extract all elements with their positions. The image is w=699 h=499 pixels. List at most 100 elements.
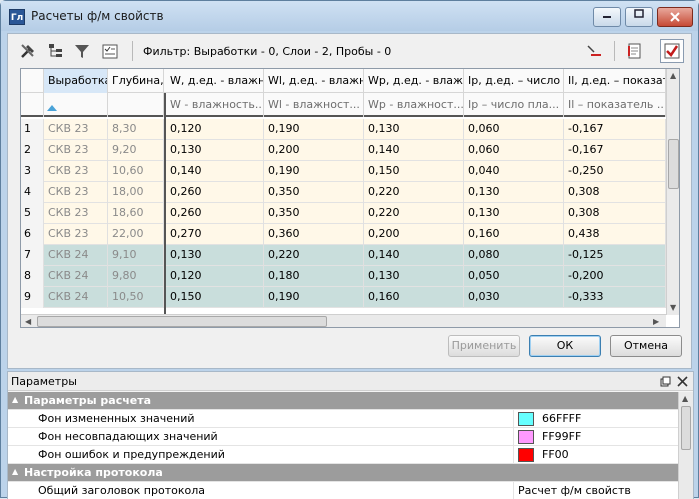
cell-il[interactable]: 0,438 (564, 224, 666, 245)
cell-il[interactable]: 0,308 (564, 203, 666, 224)
report-button[interactable] (622, 39, 646, 63)
cell-depth[interactable]: 18,60 (108, 203, 164, 224)
column-header-vyrabotka[interactable]: Выработка (44, 69, 108, 93)
row-number[interactable]: 6 (21, 224, 44, 245)
cell-il[interactable]: -0,250 (564, 161, 666, 182)
cell-wp[interactable]: 0,150 (364, 161, 464, 182)
cell-depth[interactable]: 8,30 (108, 119, 164, 140)
property-value[interactable]: 66FFFF (513, 410, 678, 428)
cell-depth[interactable]: 22,00 (108, 224, 164, 245)
cell-il[interactable]: -0,200 (564, 266, 666, 287)
table-row[interactable]: 4 СКВ 23 18,00 0,260 0,350 0,220 0,130 0,308 (21, 182, 679, 203)
cell-ip[interactable]: 0,060 (464, 140, 564, 161)
cell-depth[interactable]: 9,80 (108, 266, 164, 287)
cell-wp[interactable]: 0,220 (364, 203, 464, 224)
cell-wp[interactable]: 0,160 (364, 287, 464, 308)
column-header-il[interactable]: Il, д.ед. – показат (564, 69, 666, 93)
horizontal-scroll-thumb[interactable] (37, 316, 327, 327)
scroll-up-icon[interactable]: ▲ (670, 71, 676, 80)
cell-vyrabotka[interactable]: СКВ 23 (44, 140, 108, 161)
column-header-ip[interactable]: Ip, д.ед. – число г (464, 69, 564, 93)
scroll-left-icon[interactable]: ◀ (25, 317, 31, 326)
cell-wl[interactable]: 0,350 (264, 182, 364, 203)
cell-wp[interactable]: 0,140 (364, 245, 464, 266)
property-row-changed-bg[interactable]: Фон измененных значений 66FFFF (8, 410, 678, 428)
row-number[interactable]: 2 (21, 140, 44, 161)
property-value[interactable]: FF99FF (513, 428, 678, 446)
row-number[interactable]: 8 (21, 266, 44, 287)
section-calc-params[interactable]: ▲ Параметры расчета (8, 392, 678, 410)
minimize-button[interactable] (593, 7, 621, 27)
cell-wl[interactable]: 0,360 (264, 224, 364, 245)
column-header-wp[interactable]: Wp, д.ед. - влажн (364, 69, 464, 93)
dock-icon[interactable] (660, 376, 671, 387)
cell-w[interactable]: 0,270 (166, 224, 264, 245)
cell-w[interactable]: 0,130 (166, 140, 264, 161)
cell-w[interactable]: 0,260 (166, 182, 264, 203)
cell-il[interactable]: -0,333 (564, 287, 666, 308)
cell-ip[interactable]: 0,060 (464, 119, 564, 140)
property-value[interactable]: FF00 (513, 446, 678, 464)
cell-w[interactable]: 0,130 (166, 245, 264, 266)
sort-button[interactable] (582, 39, 606, 63)
cell-vyrabotka[interactable]: СКВ 23 (44, 161, 108, 182)
cell-vyrabotka[interactable]: СКВ 23 (44, 203, 108, 224)
cell-ip[interactable]: 0,080 (464, 245, 564, 266)
column-header-depth[interactable]: Глубина, (108, 69, 164, 93)
vertical-scroll-thumb[interactable] (668, 139, 679, 189)
cell-wp[interactable]: 0,220 (364, 182, 464, 203)
cell-depth[interactable]: 9,20 (108, 140, 164, 161)
checklist-button[interactable] (98, 39, 122, 63)
column-header-wl[interactable]: Wl, д.ед. - влажн (264, 69, 364, 93)
grid-horizontal-scrollbar[interactable]: ◀ ▶ (21, 314, 666, 327)
cell-il[interactable]: -0,167 (564, 119, 666, 140)
scroll-right-icon[interactable]: ▶ (653, 317, 659, 326)
cell-wl[interactable]: 0,350 (264, 203, 364, 224)
table-row[interactable]: 1 СКВ 23 8,30 0,120 0,190 0,130 0,060 -0,167 (21, 119, 679, 140)
table-row[interactable]: 5 СКВ 23 18,60 0,260 0,350 0,220 0,130 0,308 (21, 203, 679, 224)
cell-ip[interactable]: 0,040 (464, 161, 564, 182)
column-header-w[interactable]: W, д.ед. - влажно (166, 69, 264, 93)
cell-ip[interactable]: 0,130 (464, 182, 564, 203)
color-swatch[interactable] (518, 412, 534, 426)
row-number[interactable]: 5 (21, 203, 44, 224)
row-number[interactable]: 9 (21, 287, 44, 308)
grid-vertical-scrollbar[interactable]: ▲ ▼ (666, 69, 679, 315)
results-grid[interactable]: Выработка Глубина, W, д.ед. - влажно Wl,… (20, 68, 680, 328)
cell-vyrabotka[interactable]: СКВ 24 (44, 266, 108, 287)
cell-wl[interactable]: 0,190 (264, 161, 364, 182)
filter-button[interactable] (70, 39, 94, 63)
cell-wp[interactable]: 0,130 (364, 266, 464, 287)
table-row[interactable]: 3 СКВ 23 10,60 0,140 0,190 0,150 0,040 -0,250 (21, 161, 679, 182)
cell-wp[interactable]: 0,130 (364, 119, 464, 140)
table-row[interactable]: 6 СКВ 23 22,00 0,270 0,360 0,200 0,160 0,438 (21, 224, 679, 245)
cell-ip[interactable]: 0,030 (464, 287, 564, 308)
cell-depth[interactable]: 10,60 (108, 161, 164, 182)
table-row[interactable]: 7 СКВ 24 9,10 0,130 0,220 0,140 0,080 -0,125 (21, 245, 679, 266)
scroll-up-icon[interactable]: ▲ (682, 394, 688, 403)
cell-ip[interactable]: 0,160 (464, 224, 564, 245)
ok-button[interactable]: ОК (529, 335, 601, 357)
cell-wl[interactable]: 0,220 (264, 245, 364, 266)
tree-button[interactable] (44, 39, 68, 63)
cell-depth[interactable]: 9,10 (108, 245, 164, 266)
cell-ip[interactable]: 0,050 (464, 266, 564, 287)
cell-vyrabotka[interactable]: СКВ 23 (44, 182, 108, 203)
cell-w[interactable]: 0,260 (166, 203, 264, 224)
cell-wl[interactable]: 0,190 (264, 119, 364, 140)
property-row-error-bg[interactable]: Фон ошибок и предупреждений FF00 (8, 446, 678, 464)
parameters-scroll-thumb[interactable] (681, 406, 691, 450)
cell-ip[interactable]: 0,130 (464, 203, 564, 224)
cell-w[interactable]: 0,120 (166, 266, 264, 287)
cell-depth[interactable]: 10,50 (108, 287, 164, 308)
check-all-button[interactable] (660, 39, 684, 63)
property-value[interactable]: Расчет ф/м свойств (513, 482, 678, 499)
property-row-protocol-title[interactable]: Общий заголовок протокола Расчет ф/м сво… (8, 482, 678, 499)
color-swatch[interactable] (518, 430, 534, 444)
cell-wp[interactable]: 0,140 (364, 140, 464, 161)
cell-il[interactable]: 0,308 (564, 182, 666, 203)
table-row[interactable]: 8 СКВ 24 9,80 0,120 0,180 0,130 0,050 -0,200 (21, 266, 679, 287)
table-row[interactable]: 9 СКВ 24 10,50 0,150 0,190 0,160 0,030 -0,333 (21, 287, 679, 308)
cell-vyrabotka[interactable]: СКВ 23 (44, 224, 108, 245)
cell-depth[interactable]: 18,00 (108, 182, 164, 203)
